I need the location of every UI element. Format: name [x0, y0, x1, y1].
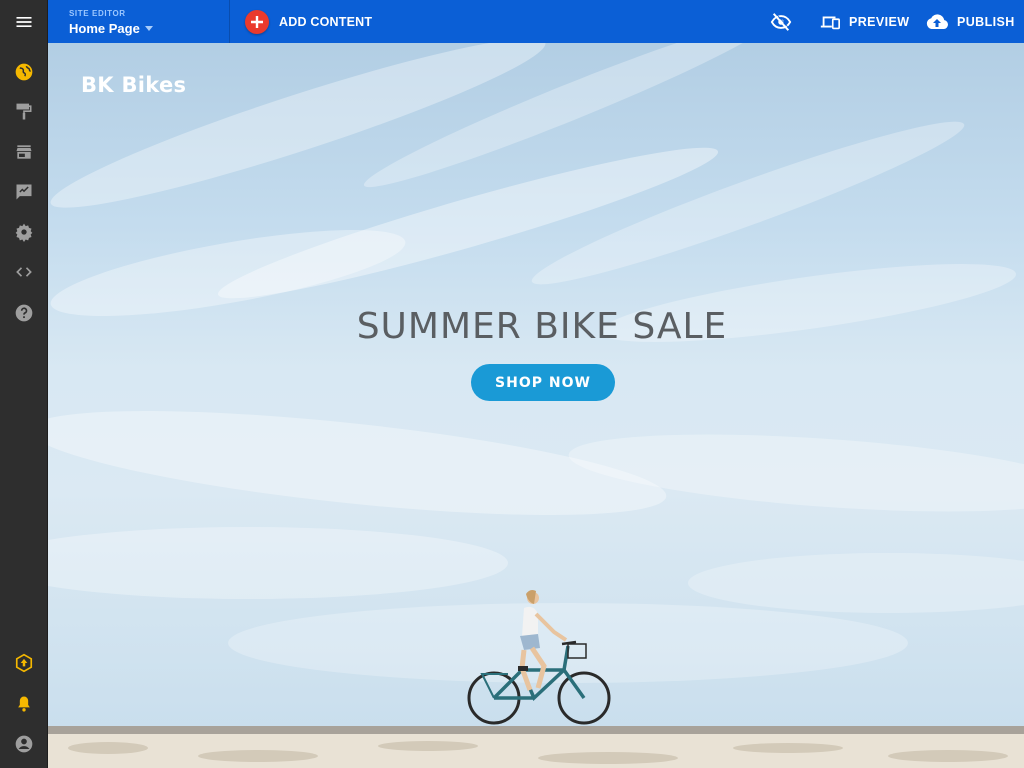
- devices-icon: [820, 16, 840, 29]
- chevron-down-icon: [145, 26, 153, 31]
- account-icon[interactable]: [0, 724, 48, 764]
- preview-label: PREVIEW: [849, 14, 910, 29]
- left-sidebar: [0, 0, 48, 768]
- plus-icon: [245, 10, 269, 34]
- globe-icon[interactable]: [0, 52, 48, 92]
- help-icon[interactable]: [0, 293, 48, 333]
- settings-icon[interactable]: [0, 212, 48, 252]
- menu-icon[interactable]: [0, 2, 48, 42]
- current-page-label: Home Page: [69, 21, 140, 36]
- add-content-button[interactable]: ADD CONTENT: [245, 10, 372, 34]
- beach-sand-image: [48, 726, 1024, 768]
- eye-off-icon: [770, 11, 792, 31]
- publish-label: PUBLISH: [957, 14, 1015, 29]
- page-selector[interactable]: SITE EDITOR Home Page: [48, 0, 230, 43]
- code-icon[interactable]: [0, 252, 48, 292]
- site-logo-text[interactable]: BK Bikes: [81, 73, 186, 97]
- preview-button[interactable]: PREVIEW: [819, 0, 909, 43]
- store-icon[interactable]: [0, 132, 48, 172]
- shop-now-button[interactable]: SHOP NOW: [471, 364, 615, 401]
- cloud-upload-icon: [926, 13, 948, 29]
- visibility-toggle-button[interactable]: [770, 0, 792, 43]
- hero-headline[interactable]: SUMMER BIKE SALE: [48, 306, 1024, 347]
- paint-roller-icon[interactable]: [0, 92, 48, 132]
- top-toolbar: SITE EDITOR Home Page ADD CONTENT PREVIE…: [48, 0, 1024, 43]
- hero-section[interactable]: BK Bikes SUMMER BIKE SALE SHOP NOW: [48, 43, 1024, 768]
- publish-button[interactable]: PUBLISH: [925, 0, 1015, 43]
- cyclist-image: [467, 590, 611, 725]
- upgrade-icon[interactable]: [0, 643, 48, 683]
- feedback-icon[interactable]: [0, 172, 48, 212]
- add-content-label: ADD CONTENT: [279, 15, 373, 29]
- site-editor-caption: SITE EDITOR: [69, 9, 126, 18]
- notifications-icon[interactable]: [0, 684, 48, 724]
